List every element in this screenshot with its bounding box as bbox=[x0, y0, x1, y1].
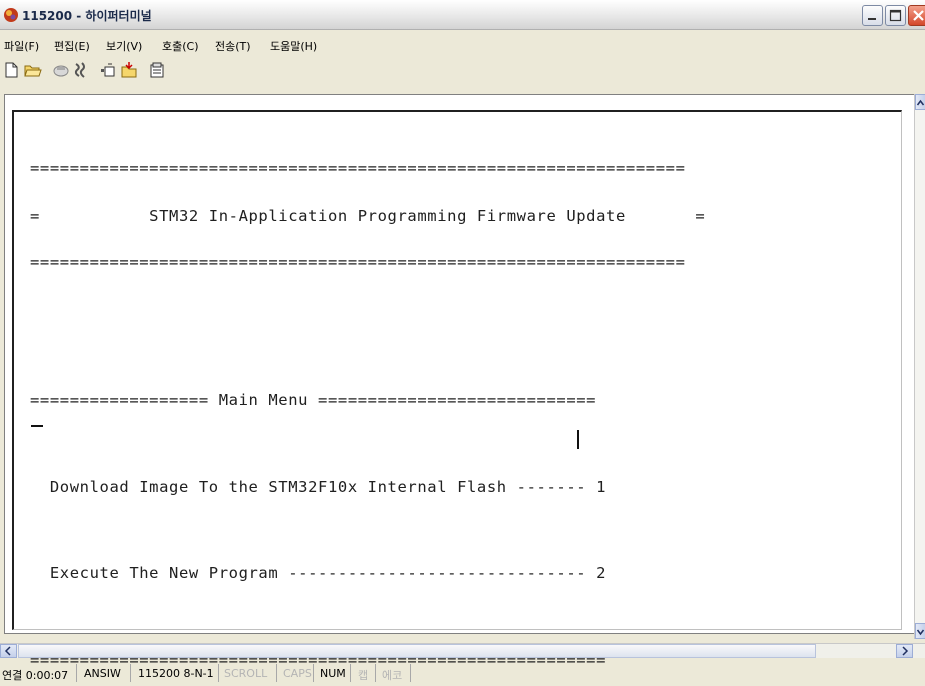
mouse-ibeam-cursor bbox=[577, 430, 579, 449]
status-divider bbox=[313, 664, 314, 682]
maximize-icon[interactable] bbox=[885, 5, 906, 26]
menu-help[interactable]: 도움말(H) bbox=[270, 38, 317, 54]
scroll-left-icon[interactable] bbox=[0, 644, 17, 658]
title-bar[interactable]: 115200 - 하이퍼터미널 bbox=[0, 0, 925, 30]
status-divider bbox=[276, 664, 277, 682]
status-emulation: ANSIW bbox=[84, 667, 121, 680]
receive-icon[interactable] bbox=[120, 61, 138, 79]
menu-view[interactable]: 보기(V) bbox=[106, 38, 142, 54]
scroll-right-icon[interactable] bbox=[896, 644, 913, 658]
menu-bar: 파일(F) 편집(E) 보기(V) 호출(C) 전송(T) 도움말(H) bbox=[0, 38, 925, 56]
terminal-line: ========================================… bbox=[30, 252, 686, 271]
minimize-icon[interactable] bbox=[862, 5, 883, 26]
menu-call[interactable]: 호출(C) bbox=[162, 38, 199, 54]
close-icon[interactable] bbox=[908, 5, 925, 26]
scroll-up-icon[interactable] bbox=[915, 94, 925, 110]
status-num-lock: NUM bbox=[320, 667, 346, 680]
new-file-icon[interactable] bbox=[3, 61, 21, 79]
open-folder-icon[interactable] bbox=[24, 61, 42, 79]
status-divider bbox=[410, 664, 411, 682]
status-divider bbox=[350, 664, 351, 682]
window-title: 115200 - 하이퍼터미널 bbox=[22, 9, 152, 23]
status-scroll-lock: SCROLL bbox=[224, 667, 268, 680]
menu-transfer[interactable]: 전송(T) bbox=[215, 38, 251, 54]
status-divider bbox=[218, 664, 219, 682]
terminal-line: Download Image To the STM32F10x Internal… bbox=[30, 477, 607, 496]
hyperterminal-app-icon bbox=[3, 7, 19, 23]
menu-file[interactable]: 파일(F) bbox=[4, 38, 39, 54]
status-bar: 연결 0:00:07 ANSIW 115200 8-N-1 SCROLL CAP… bbox=[0, 662, 925, 686]
terminal-output: ========================================… bbox=[30, 137, 705, 679]
terminal-line: Execute The New Program ----------------… bbox=[30, 564, 607, 583]
scroll-down-icon[interactable] bbox=[915, 623, 925, 639]
terminal-line: = STM32 In-Application Programming Firmw… bbox=[30, 206, 706, 225]
terminal-line: ================== Main Menu ===========… bbox=[30, 391, 597, 410]
status-connection-time: 연결 0:00:07 bbox=[2, 669, 69, 682]
properties-icon[interactable] bbox=[148, 61, 166, 79]
status-port-settings: 115200 8-N-1 bbox=[138, 667, 214, 680]
send-icon[interactable] bbox=[100, 61, 118, 79]
toolbar bbox=[0, 59, 925, 83]
status-divider bbox=[375, 664, 376, 682]
terminal-line: ========================================… bbox=[30, 159, 686, 178]
status-capture: 캡 bbox=[358, 669, 369, 682]
status-caps-lock: CAPS bbox=[283, 667, 312, 680]
vertical-scrollbar[interactable] bbox=[914, 94, 925, 639]
disconnect-icon[interactable] bbox=[72, 61, 90, 79]
menu-edit[interactable]: 편집(E) bbox=[54, 38, 90, 54]
status-echo: 에코 bbox=[382, 669, 403, 682]
scroll-thumb[interactable] bbox=[18, 644, 816, 658]
horizontal-scrollbar[interactable] bbox=[0, 643, 925, 658]
status-divider bbox=[76, 664, 77, 682]
call-icon[interactable] bbox=[52, 61, 70, 79]
text-cursor bbox=[31, 425, 43, 427]
status-divider bbox=[130, 664, 131, 682]
